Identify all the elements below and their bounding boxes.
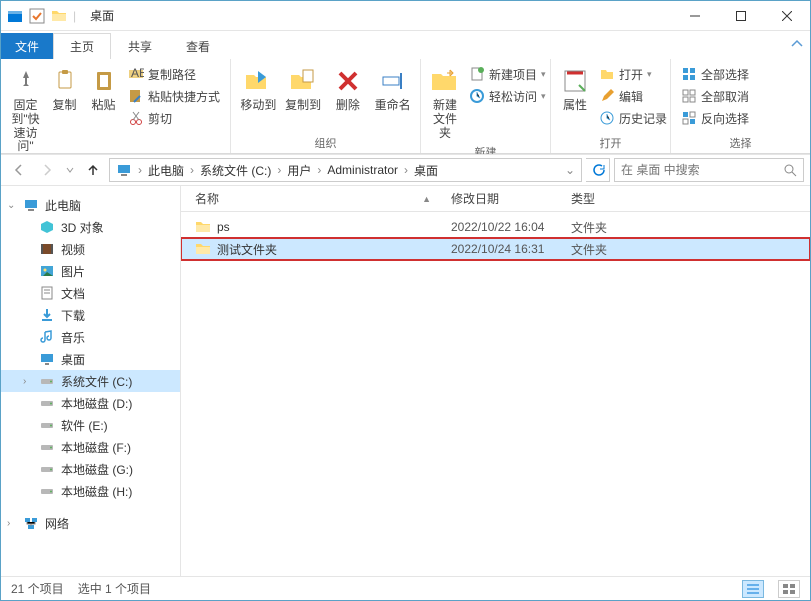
tree-item[interactable]: 本地磁盘 (G:): [1, 458, 180, 480]
tree-item[interactable]: 3D 对象: [1, 216, 180, 238]
rename-button[interactable]: 重命名: [371, 63, 414, 115]
delete-button[interactable]: 删除: [327, 63, 370, 115]
breadcrumb[interactable]: › 此电脑› 系统文件 (C:)› 用户› Administrator› 桌面 …: [109, 158, 582, 182]
address-bar: › 此电脑› 系统文件 (C:)› 用户› Administrator› 桌面 …: [1, 154, 810, 186]
title-separator: |: [73, 9, 76, 23]
folder-title-icon: [51, 8, 67, 24]
quickaccess-check-icon[interactable]: [29, 8, 45, 24]
minimize-button[interactable]: [672, 1, 718, 31]
tree-item[interactable]: ›系统文件 (C:): [1, 370, 180, 392]
breadcrumb-item[interactable]: Administrator: [323, 159, 402, 181]
breadcrumb-pc-icon[interactable]: [112, 159, 136, 181]
tree-network[interactable]: ›网络: [1, 512, 180, 534]
folder-icon: [195, 219, 211, 235]
column-date[interactable]: 修改日期: [451, 190, 571, 207]
tree-item[interactable]: 文档: [1, 282, 180, 304]
select-all-button[interactable]: 全部选择: [677, 63, 753, 85]
breadcrumb-item[interactable]: 桌面: [410, 159, 442, 181]
refresh-button[interactable]: [586, 158, 610, 182]
tree-item[interactable]: 下载: [1, 304, 180, 326]
titlebar: | 桌面: [1, 1, 810, 31]
tree-item[interactable]: 音乐: [1, 326, 180, 348]
move-to-button[interactable]: 移动到: [237, 63, 280, 115]
ribbon: 固定到"快速访问" 复制 粘贴 ABC复制路径 粘贴快捷方式 剪切 剪贴板: [1, 59, 810, 154]
window-title: 桌面: [82, 7, 122, 24]
tree-item[interactable]: 图片: [1, 260, 180, 282]
open-group-label: 打开: [557, 133, 664, 151]
folder-icon: [195, 241, 211, 257]
properties-button[interactable]: 属性: [557, 63, 593, 115]
tree-this-pc[interactable]: ⌄此电脑: [1, 194, 180, 216]
breadcrumb-dropdown-icon[interactable]: ⌄: [561, 159, 579, 181]
tree-item[interactable]: 本地磁盘 (F:): [1, 436, 180, 458]
status-selection: 选中 1 个项目: [78, 580, 151, 597]
breadcrumb-item[interactable]: 此电脑: [144, 159, 188, 181]
cut-button[interactable]: 剪切: [124, 107, 224, 129]
explorer-app-icon: [7, 8, 23, 24]
icons-view-button[interactable]: [778, 580, 800, 598]
paste-shortcut-button[interactable]: 粘贴快捷方式: [124, 85, 224, 107]
copy-to-button[interactable]: 复制到: [282, 63, 325, 115]
status-item-count: 21 个项目: [11, 580, 64, 597]
column-type[interactable]: 类型: [571, 190, 810, 207]
file-list: ps 2022/10/22 16:04 文件夹 测试文件夹 2022/10/24…: [181, 212, 810, 576]
tab-home[interactable]: 主页: [53, 33, 111, 59]
tab-share[interactable]: 共享: [111, 33, 169, 59]
search-icon: [783, 163, 797, 177]
nav-back-button[interactable]: [7, 158, 31, 182]
tree-item[interactable]: 视频: [1, 238, 180, 260]
pin-label: 固定到"快速访问": [9, 99, 42, 154]
nav-recent-button[interactable]: [63, 158, 77, 182]
file-row[interactable]: 测试文件夹 2022/10/24 16:31 文件夹: [181, 238, 810, 260]
ribbon-tabs: 文件 主页 共享 查看: [1, 31, 810, 59]
nav-forward-button[interactable]: [35, 158, 59, 182]
column-name[interactable]: 名称▲: [181, 190, 451, 207]
paste-button[interactable]: 粘贴: [85, 63, 122, 115]
tab-view[interactable]: 查看: [169, 33, 227, 59]
select-none-button[interactable]: 全部取消: [677, 85, 753, 107]
invert-selection-button[interactable]: 反向选择: [677, 107, 753, 129]
easy-access-button[interactable]: 轻松访问▾: [465, 85, 550, 107]
breadcrumb-item[interactable]: 系统文件 (C:): [196, 159, 275, 181]
copy-button[interactable]: 复制: [46, 63, 83, 115]
copy-path-button[interactable]: ABC复制路径: [124, 63, 224, 85]
pin-quick-access-button[interactable]: 固定到"快速访问": [7, 63, 44, 156]
tree-item[interactable]: 本地磁盘 (H:): [1, 480, 180, 502]
search-box[interactable]: [614, 158, 804, 182]
tree-item[interactable]: 桌面: [1, 348, 180, 370]
breadcrumb-sep[interactable]: ›: [136, 163, 144, 177]
details-view-button[interactable]: [742, 580, 764, 598]
file-row[interactable]: ps 2022/10/22 16:04 文件夹: [181, 216, 810, 238]
select-group-label: 选择: [677, 133, 804, 151]
tree-item[interactable]: 软件 (E:): [1, 414, 180, 436]
close-button[interactable]: [764, 1, 810, 31]
organize-group-label: 组织: [237, 133, 414, 151]
nav-up-button[interactable]: [81, 158, 105, 182]
content-pane: 名称▲ 修改日期 类型 ps 2022/10/22 16:04 文件夹 测试文件…: [181, 186, 810, 576]
open-button[interactable]: 打开▾: [595, 63, 671, 85]
column-headers: 名称▲ 修改日期 类型: [181, 186, 810, 212]
tree-item[interactable]: 本地磁盘 (D:): [1, 392, 180, 414]
search-input[interactable]: [621, 163, 777, 177]
ribbon-collapse-icon[interactable]: [790, 37, 804, 51]
history-button[interactable]: 历史记录: [595, 107, 671, 129]
svg-text:ABC: ABC: [131, 66, 144, 80]
edit-button[interactable]: 编辑: [595, 85, 671, 107]
breadcrumb-item[interactable]: 用户: [283, 159, 315, 181]
maximize-button[interactable]: [718, 1, 764, 31]
new-folder-button[interactable]: 新建文件夹: [427, 63, 463, 142]
status-bar: 21 个项目 选中 1 个项目: [1, 576, 810, 600]
navigation-pane: ⌄此电脑3D 对象视频图片文档下载音乐桌面›系统文件 (C:)本地磁盘 (D:)…: [1, 186, 181, 576]
new-item-button[interactable]: 新建项目▾: [465, 63, 550, 85]
tab-file[interactable]: 文件: [1, 33, 53, 59]
sort-indicator-icon: ▲: [422, 194, 431, 204]
paste-label: 粘贴: [91, 99, 115, 113]
copy-label: 复制: [52, 99, 76, 113]
